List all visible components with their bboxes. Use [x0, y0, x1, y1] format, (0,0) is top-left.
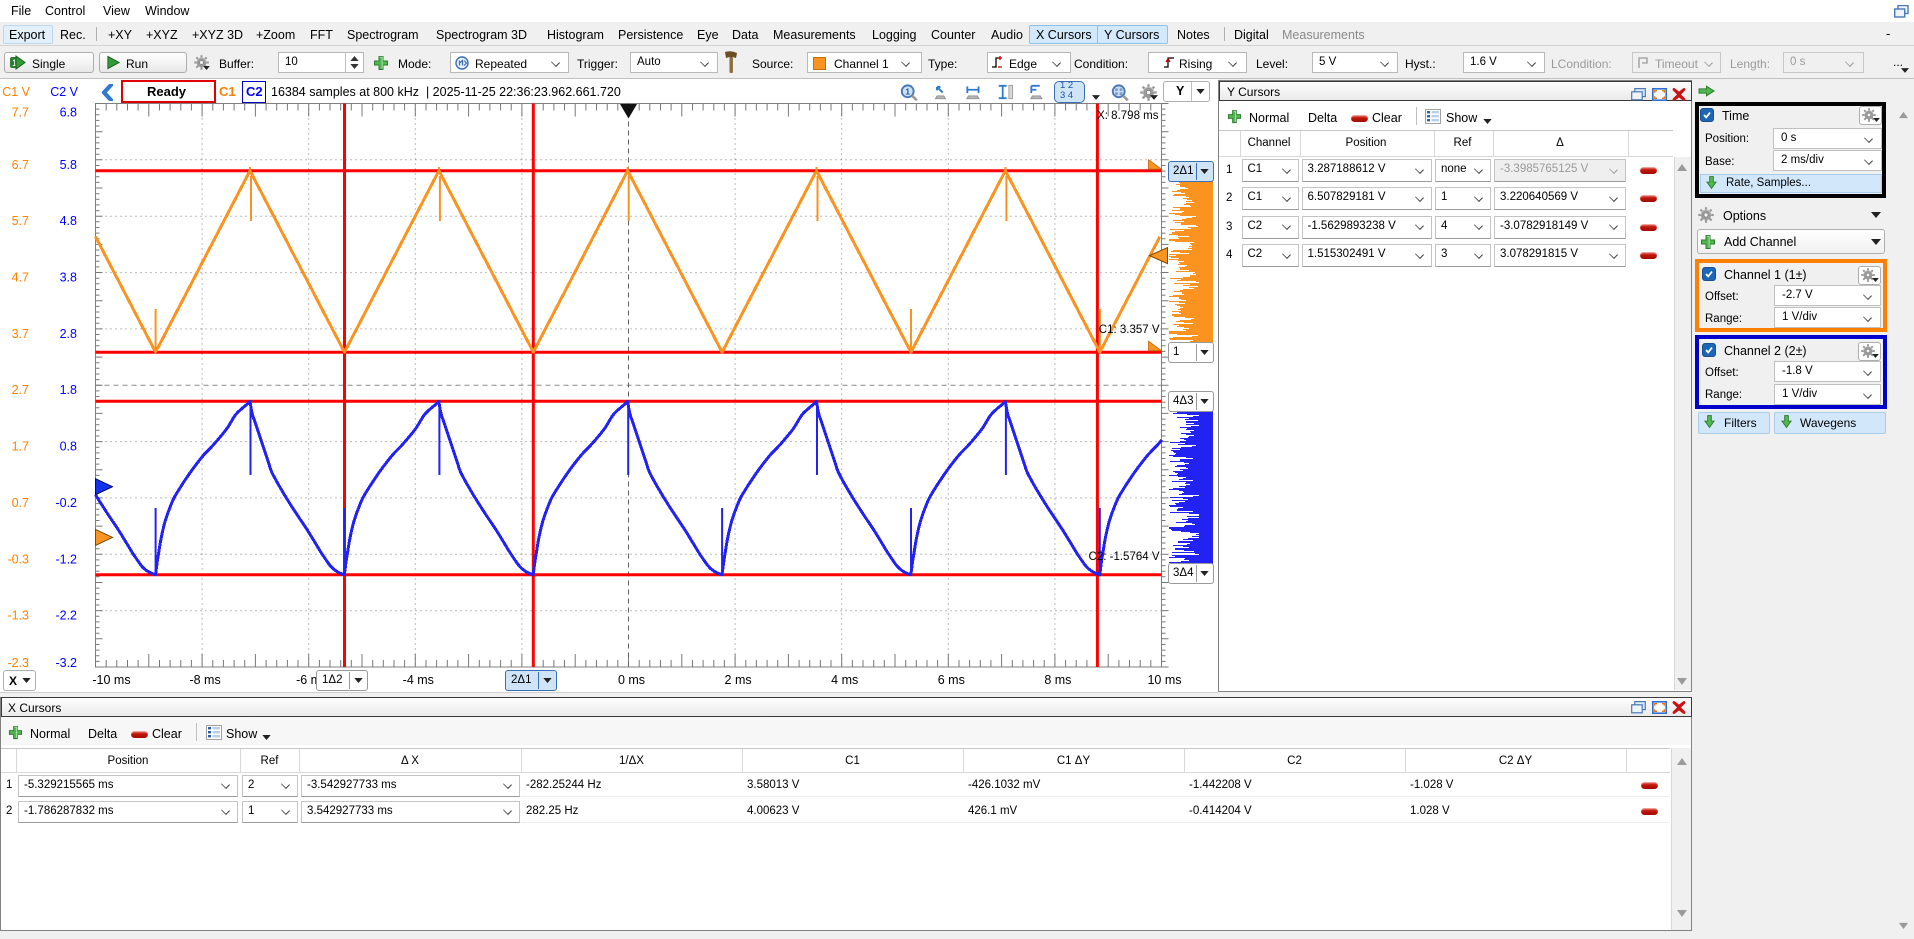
svg-text:1: 1: [905, 86, 910, 96]
